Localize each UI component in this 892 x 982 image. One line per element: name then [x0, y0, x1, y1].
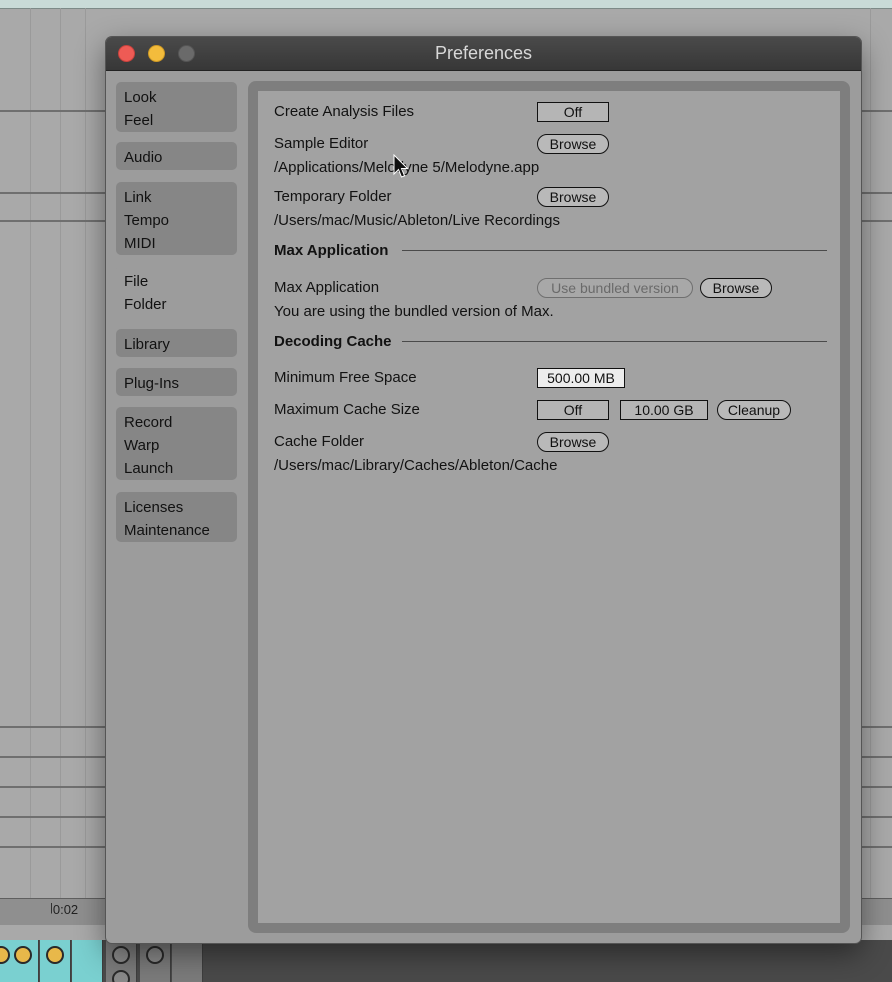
title-bar[interactable]: Preferences [106, 37, 861, 71]
create-analysis-files-toggle[interactable]: Off [537, 102, 609, 122]
timeline-time-label: |0:02 [50, 902, 79, 917]
grid-line [870, 8, 871, 898]
tab-plug-ins[interactable]: Plug-Ins [116, 368, 237, 396]
clip-launch-icon[interactable] [46, 946, 64, 964]
tab-audio[interactable]: Audio [116, 142, 237, 170]
clip-launch-icon[interactable] [14, 946, 32, 964]
grid-line [30, 8, 31, 898]
cleanup-button[interactable]: Cleanup [717, 400, 791, 420]
tab-library[interactable]: Library [116, 329, 237, 357]
tab-label: Folder [124, 296, 167, 313]
tab-label: Plug-Ins [124, 375, 180, 392]
sample-editor-label: Sample Editor [274, 135, 369, 152]
max-bundled-note: You are using the bundled version of Max… [274, 303, 554, 320]
sample-editor-browse-button[interactable]: Browse [537, 134, 609, 154]
tab-label: Maintenance [124, 522, 210, 539]
cache-folder-path: /Users/mac/Library/Caches/Ableton/Cache [274, 457, 558, 474]
tab-label: Library [124, 336, 170, 353]
clip-stop-icon[interactable] [112, 970, 130, 982]
clip-slot[interactable] [172, 940, 203, 982]
section-divider [402, 341, 827, 342]
tab-label: Feel [124, 112, 154, 129]
tab-label: Look [124, 89, 157, 106]
grid-line [85, 8, 86, 898]
grid-line [60, 8, 61, 898]
tab-label: Licenses [124, 499, 184, 516]
temporary-folder-path: /Users/mac/Music/Ableton/Live Recordings [274, 212, 560, 229]
clip-slot[interactable] [72, 940, 103, 982]
section-divider [402, 250, 827, 251]
tab-record-warp-launch[interactable]: Record Warp Launch [116, 407, 237, 480]
minimum-free-space-field[interactable]: 500.00 MB [537, 368, 625, 388]
tab-file-folder[interactable]: File Folder [116, 266, 256, 320]
tab-label: Link [124, 189, 152, 206]
cache-folder-label: Cache Folder [274, 433, 365, 450]
temporary-folder-browse-button[interactable]: Browse [537, 187, 609, 207]
tab-look-feel[interactable]: Look Feel [116, 82, 237, 132]
tab-label: MIDI [124, 235, 156, 252]
minimum-free-space-label: Minimum Free Space [274, 369, 417, 386]
maximum-cache-size-label: Maximum Cache Size [274, 401, 420, 418]
max-browse-button[interactable]: Browse [700, 278, 772, 298]
clip-stop-icon[interactable] [146, 946, 164, 964]
create-analysis-files-label: Create Analysis Files [274, 103, 415, 120]
mouse-pointer-icon [393, 154, 409, 178]
tab-label: Warp [124, 437, 160, 454]
cache-folder-browse-button[interactable]: Browse [537, 432, 609, 452]
clip-stop-icon[interactable] [112, 946, 130, 964]
maximum-cache-size-toggle[interactable]: Off [537, 400, 609, 420]
tab-label: Record [124, 414, 173, 431]
use-bundled-version-button[interactable]: Use bundled version [537, 278, 693, 298]
temporary-folder-label: Temporary Folder [274, 188, 392, 205]
tab-label: Tempo [124, 212, 170, 229]
decoding-cache-heading: Decoding Cache [274, 333, 392, 350]
tab-label: Launch [124, 460, 174, 477]
max-application-heading: Max Application [274, 242, 389, 259]
tab-label: File [124, 273, 149, 290]
tab-link-tempo-midi[interactable]: Link Tempo MIDI [116, 182, 237, 255]
tab-licenses-maintenance[interactable]: Licenses Maintenance [116, 492, 237, 542]
max-application-label: Max Application [274, 279, 380, 296]
maximum-cache-size-field[interactable]: 10.00 GB [620, 400, 708, 420]
window-title: Preferences [434, 43, 533, 63]
background-top-bar [0, 0, 892, 9]
tab-label: Audio [124, 149, 163, 166]
